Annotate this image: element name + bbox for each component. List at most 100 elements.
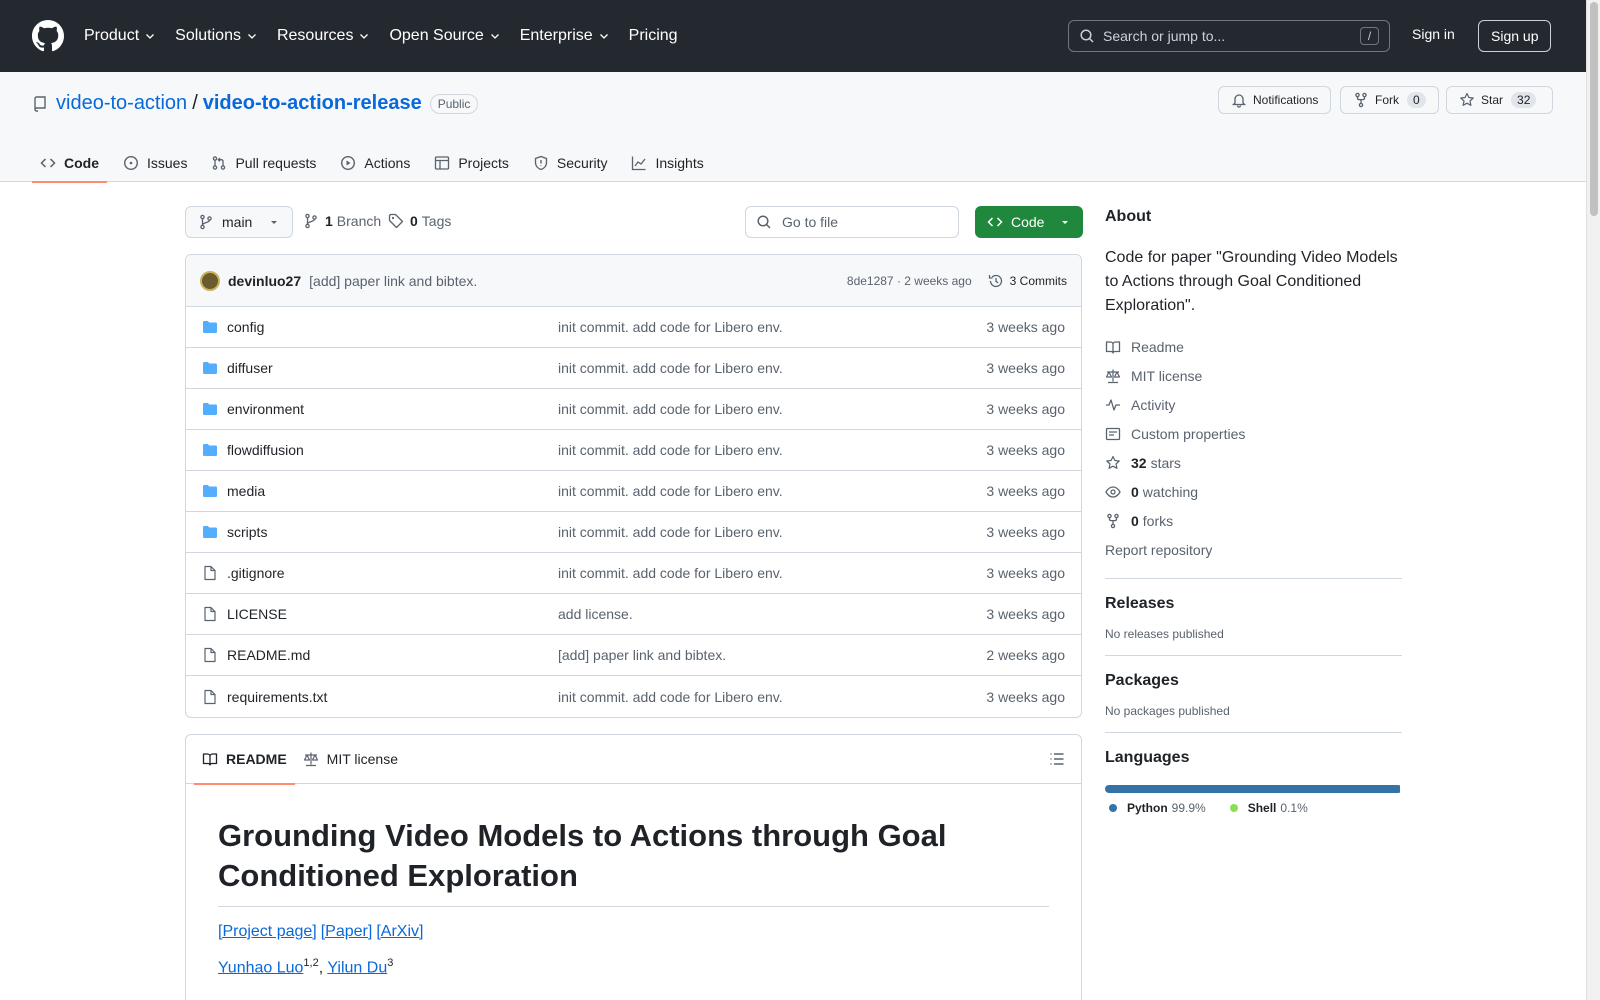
language-list: Python 99.9% Shell 0.1%: [1105, 801, 1402, 815]
visibility-badge: Public: [429, 93, 479, 114]
file-list: devinluo27 [add] paper link and bibtex. …: [185, 254, 1082, 718]
nav-pricing[interactable]: Pricing: [629, 27, 678, 45]
file-link[interactable]: diffuser: [227, 360, 273, 376]
language-item[interactable]: Shell 0.1%: [1229, 801, 1308, 815]
report-repository-link[interactable]: Report repository: [1105, 535, 1402, 564]
go-to-file-input[interactable]: Go to file: [745, 206, 959, 238]
file-commit-message[interactable]: init commit. add code for Libero env.: [558, 360, 986, 376]
page-scrollbar[interactable]: [1586, 0, 1600, 1000]
readme-links: [Project page] [Paper] [ArXiv]: [218, 923, 1049, 941]
scrollbar-thumb[interactable]: [1590, 2, 1598, 216]
code-button[interactable]: Code: [975, 206, 1083, 238]
repo-icon: [34, 95, 46, 112]
notifications-button[interactable]: Notifications: [1218, 86, 1332, 114]
file-link[interactable]: scripts: [227, 524, 267, 540]
readme-link[interactable]: Readme: [1105, 332, 1402, 361]
commits-history-link[interactable]: 3 Commits: [988, 273, 1067, 289]
forks-link[interactable]: 0 forks: [1105, 506, 1402, 535]
nav-product[interactable]: Product: [84, 27, 156, 45]
file-link[interactable]: LICENSE: [227, 606, 287, 622]
scale-icon: [1105, 369, 1121, 383]
tab-insights[interactable]: Insights: [623, 144, 711, 182]
search-icon: [1080, 29, 1094, 43]
file-row: scripts init commit. add code for Libero …: [186, 512, 1081, 553]
file-link[interactable]: environment: [227, 401, 304, 417]
file-commit-message[interactable]: add license.: [558, 606, 986, 622]
avatar[interactable]: [200, 270, 220, 291]
sign-up-button[interactable]: Sign up: [1478, 20, 1552, 52]
tab-security[interactable]: Security: [525, 144, 616, 182]
pull-request-icon: [213, 156, 226, 170]
author-link[interactable]: Yunhao Luo: [218, 959, 303, 976]
author-link[interactable]: Yilun Du: [327, 959, 387, 976]
arxiv-link[interactable]: [ArXiv]: [376, 923, 423, 940]
tags-count-link[interactable]: 0 Tags: [388, 213, 451, 229]
tag-icon: [388, 213, 404, 229]
sign-in-link[interactable]: Sign in: [1412, 26, 1455, 42]
file-commit-message[interactable]: init commit. add code for Libero env.: [558, 524, 986, 540]
file-link[interactable]: config: [227, 319, 264, 335]
file-commit-message[interactable]: init commit. add code for Libero env.: [558, 565, 986, 581]
file-name-cell: flowdiffusion: [202, 442, 558, 458]
commit-author-link[interactable]: devinluo27: [228, 273, 301, 289]
file-link[interactable]: media: [227, 483, 265, 499]
shield-icon: [534, 155, 548, 171]
about-sidebar: About Code for paper "Grounding Video Mo…: [1105, 208, 1402, 815]
project-page-link[interactable]: [Project page]: [218, 923, 317, 940]
file-icon: [204, 606, 216, 622]
packages-heading[interactable]: Packages: [1105, 672, 1402, 690]
languages-section: Languages Python 99.9% Shell 0.1%: [1105, 732, 1402, 815]
nav-resources[interactable]: Resources: [277, 27, 370, 45]
tab-actions[interactable]: Actions: [332, 144, 418, 182]
commit-hash-age[interactable]: 8de1287 · 2 weeks ago: [847, 274, 972, 288]
commit-message-link[interactable]: [add] paper link and bibtex.: [309, 273, 477, 289]
authors-line: Yunhao Luo1,2, Yilun Du3: [218, 957, 1049, 977]
scale-icon: [303, 752, 318, 767]
branch-count-link[interactable]: 1 Branch: [303, 213, 381, 229]
nav-solutions[interactable]: Solutions: [175, 27, 258, 45]
activity-link[interactable]: Activity: [1105, 390, 1402, 419]
file-age: 3 weeks ago: [986, 524, 1065, 540]
file-commit-message[interactable]: init commit. add code for Libero env.: [558, 483, 986, 499]
repo-name-link[interactable]: video-to-action-release: [203, 92, 422, 115]
file-age: 3 weeks ago: [986, 360, 1065, 376]
github-logo-icon[interactable]: [32, 20, 64, 52]
license-link[interactable]: MIT license: [1105, 361, 1402, 390]
releases-heading[interactable]: Releases: [1105, 595, 1402, 613]
file-link[interactable]: .gitignore: [227, 565, 285, 581]
custom-properties-link[interactable]: Custom properties: [1105, 419, 1402, 448]
file-name-cell: requirements.txt: [202, 689, 558, 705]
file-commit-message[interactable]: [add] paper link and bibtex.: [558, 647, 986, 663]
repo-owner-link[interactable]: video-to-action: [56, 92, 187, 115]
file-link[interactable]: requirements.txt: [227, 689, 327, 705]
branch-selector[interactable]: main: [185, 206, 294, 238]
branch-icon: [200, 214, 212, 230]
tab-issues[interactable]: Issues: [115, 144, 195, 182]
tab-code[interactable]: Code: [32, 144, 107, 183]
fork-button[interactable]: Fork 0: [1340, 86, 1439, 114]
triangle-down-icon: [271, 221, 278, 224]
packages-section: Packages No packages published: [1105, 655, 1402, 718]
language-item[interactable]: Python 99.9%: [1109, 801, 1206, 815]
tab-readme[interactable]: README: [194, 735, 295, 785]
file-commit-message[interactable]: init commit. add code for Libero env.: [558, 689, 986, 705]
file-link[interactable]: flowdiffusion: [227, 442, 304, 458]
file-name-cell: diffuser: [202, 360, 558, 376]
stars-link[interactable]: 32 stars: [1105, 448, 1402, 477]
tab-license[interactable]: MIT license: [295, 735, 406, 784]
paper-link[interactable]: [Paper]: [321, 923, 373, 940]
file-icon: [204, 565, 216, 581]
watching-link[interactable]: 0 watching: [1105, 477, 1402, 506]
nav-open-source[interactable]: Open Source: [389, 27, 500, 45]
file-commit-message[interactable]: init commit. add code for Libero env.: [558, 442, 986, 458]
file-link[interactable]: README.md: [227, 647, 310, 663]
search-input[interactable]: Search or jump to... /: [1068, 20, 1390, 52]
file-commit-message[interactable]: init commit. add code for Libero env.: [558, 401, 986, 417]
tab-projects[interactable]: Projects: [426, 144, 517, 182]
file-commit-message[interactable]: init commit. add code for Libero env.: [558, 319, 986, 335]
star-button[interactable]: Star 32: [1446, 86, 1553, 114]
nav-enterprise[interactable]: Enterprise: [520, 27, 610, 45]
tab-pull-requests[interactable]: Pull requests: [203, 144, 324, 182]
language-dot: [1109, 804, 1117, 812]
list-toc-icon[interactable]: [1049, 751, 1065, 767]
